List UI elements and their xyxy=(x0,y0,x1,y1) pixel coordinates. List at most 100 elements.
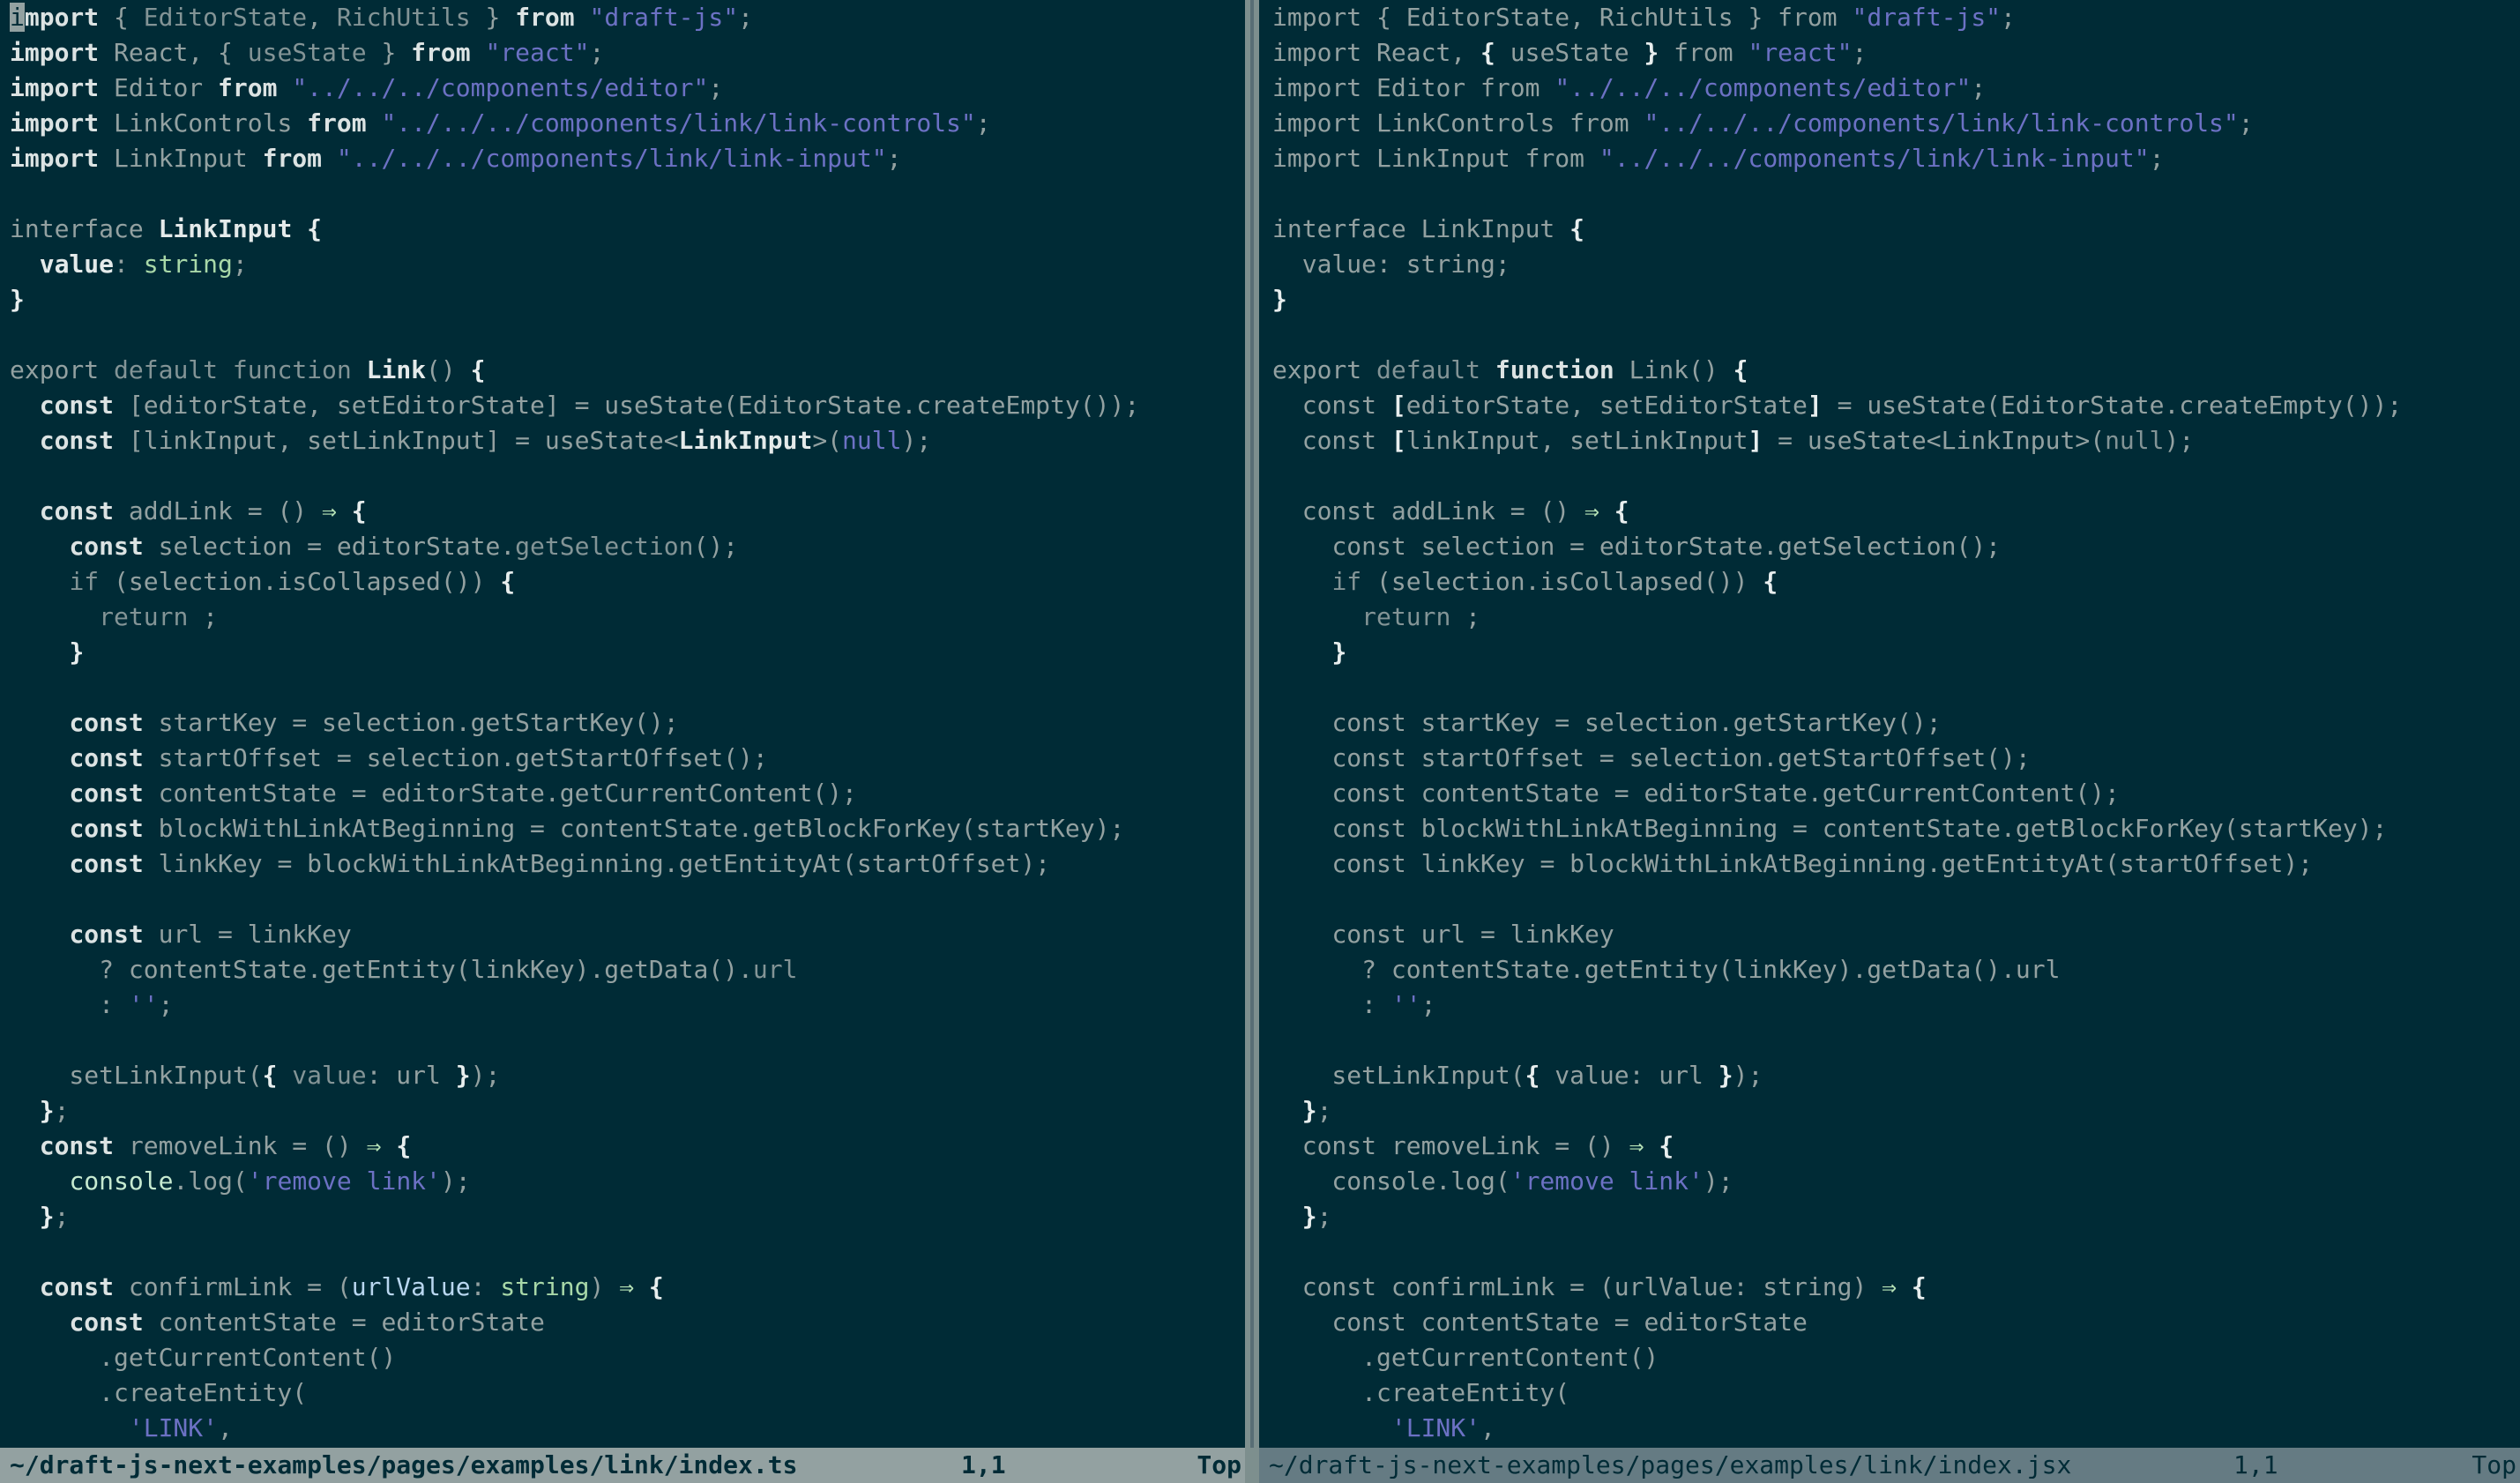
code-line[interactable]: const confirmLink = (urlValue: string) ⇒… xyxy=(10,1270,1139,1305)
code-token: { xyxy=(1763,567,1778,596)
code-line[interactable]: const startKey = selection.getStartKey()… xyxy=(1272,705,2402,741)
code-line[interactable]: import Editor from "../../../components/… xyxy=(1272,71,2402,106)
code-line[interactable]: import LinkInput from "../../../componen… xyxy=(1272,141,2402,176)
code-token: ; xyxy=(1971,73,1987,102)
code-line[interactable]: } xyxy=(1272,635,2402,670)
code-line[interactable]: export default function Link() { xyxy=(10,353,1139,388)
code-line[interactable]: const confirmLink = (urlValue: string) ⇒… xyxy=(1272,1270,2402,1305)
code-line[interactable]: const addLink = () ⇒ { xyxy=(10,494,1139,529)
code-line[interactable]: interface LinkInput { xyxy=(1272,212,2402,247)
file-path: ~/draft-js-next-examples/pages/examples/… xyxy=(1269,1450,2072,1479)
code-line[interactable]: console.log('remove link'); xyxy=(1272,1164,2402,1199)
code-line[interactable]: console.log('remove link'); xyxy=(10,1164,1139,1199)
code-line[interactable] xyxy=(10,176,1139,212)
code-line[interactable]: .createEntity( xyxy=(10,1375,1139,1411)
code-area-right[interactable]: import { EditorState, RichUtils } from "… xyxy=(1272,0,2402,1446)
code-line[interactable]: import React, { useState } from "react"; xyxy=(10,35,1139,71)
code-token: ); xyxy=(2164,426,2195,455)
code-line[interactable]: if (selection.isCollapsed()) { xyxy=(1272,564,2402,600)
code-token: urlValue xyxy=(351,1272,471,1301)
code-line[interactable] xyxy=(1272,670,2402,705)
code-line[interactable]: } xyxy=(1272,282,2402,317)
code-line[interactable]: if (selection.isCollapsed()) { xyxy=(10,564,1139,600)
code-line[interactable]: const contentState = editorState.getCurr… xyxy=(10,776,1139,811)
code-line[interactable] xyxy=(10,670,1139,705)
code-line[interactable]: ? contentState.getEntity(linkKey).getDat… xyxy=(10,952,1139,987)
code-line[interactable]: } xyxy=(10,635,1139,670)
code-line[interactable] xyxy=(1272,176,2402,212)
code-line[interactable]: const removeLink = () ⇒ { xyxy=(1272,1129,2402,1164)
code-line[interactable]: const [linkInput, setLinkInput] = useSta… xyxy=(1272,423,2402,458)
code-line[interactable]: value: string; xyxy=(1272,247,2402,282)
code-line[interactable]: import Editor from "../../../components/… xyxy=(10,71,1139,106)
code-line[interactable]: }; xyxy=(1272,1199,2402,1234)
code-line[interactable] xyxy=(1272,1234,2402,1270)
code-line[interactable]: import LinkControls from "../../../compo… xyxy=(10,106,1139,141)
code-line[interactable]: const selection = editorState.getSelecti… xyxy=(1272,529,2402,564)
code-line[interactable] xyxy=(1272,1023,2402,1058)
editor-pane-right[interactable]: import { EditorState, RichUtils } from "… xyxy=(1263,0,2520,1448)
code-line[interactable]: : ''; xyxy=(10,987,1139,1023)
vertical-split-divider[interactable] xyxy=(1245,0,1259,1483)
code-line[interactable]: }; xyxy=(1272,1093,2402,1129)
code-line[interactable] xyxy=(10,882,1139,917)
code-line[interactable]: return ; xyxy=(1272,600,2402,635)
code-line[interactable]: const [editorState, setEditorState] = us… xyxy=(10,388,1139,423)
code-line[interactable]: const startKey = selection.getStartKey()… xyxy=(10,705,1139,741)
code-line[interactable]: const contentState = editorState xyxy=(1272,1305,2402,1340)
code-line[interactable]: import { EditorState, RichUtils } from "… xyxy=(1272,0,2402,35)
code-token: const xyxy=(1331,849,1406,878)
code-line[interactable] xyxy=(10,1023,1139,1058)
code-line[interactable]: const blockWithLinkAtBeginning = content… xyxy=(1272,811,2402,846)
code-line[interactable]: value: string; xyxy=(10,247,1139,282)
code-line[interactable]: import React, { useState } from "react"; xyxy=(1272,35,2402,71)
code-line[interactable]: import { EditorState, RichUtils } from "… xyxy=(10,0,1139,35)
code-line[interactable] xyxy=(1272,882,2402,917)
code-line[interactable]: .getCurrentContent() xyxy=(1272,1340,2402,1375)
code-line[interactable]: const [linkInput, setLinkInput] = useSta… xyxy=(10,423,1139,458)
code-line[interactable]: const removeLink = () ⇒ { xyxy=(10,1129,1139,1164)
code-line[interactable]: const startOffset = selection.getStartOf… xyxy=(10,741,1139,776)
code-line[interactable]: import LinkControls from "../../../compo… xyxy=(1272,106,2402,141)
code-line[interactable]: const selection = editorState.getSelecti… xyxy=(10,529,1139,564)
code-line[interactable]: const startOffset = selection.getStartOf… xyxy=(1272,741,2402,776)
code-line[interactable]: interface LinkInput { xyxy=(10,212,1139,247)
code-line[interactable]: }; xyxy=(10,1199,1139,1234)
code-token: null xyxy=(842,426,902,455)
code-line[interactable] xyxy=(10,1234,1139,1270)
code-line[interactable]: const linkKey = blockWithLinkAtBeginning… xyxy=(10,846,1139,882)
code-line[interactable]: } xyxy=(10,282,1139,317)
code-line[interactable]: const url = linkKey xyxy=(10,917,1139,952)
code-token: } xyxy=(1644,38,1659,67)
code-line[interactable]: return ; xyxy=(10,600,1139,635)
code-line[interactable] xyxy=(10,317,1139,353)
code-token: const xyxy=(69,708,144,737)
code-line[interactable]: const contentState = editorState xyxy=(10,1305,1139,1340)
code-line[interactable]: .createEntity( xyxy=(1272,1375,2402,1411)
code-line[interactable] xyxy=(1272,317,2402,353)
code-line[interactable]: const [editorState, setEditorState] = us… xyxy=(1272,388,2402,423)
code-line[interactable]: : ''; xyxy=(1272,987,2402,1023)
editor-pane-left[interactable]: import { EditorState, RichUtils } from "… xyxy=(0,0,1243,1448)
code-line[interactable]: setLinkInput({ value: url }); xyxy=(10,1058,1139,1093)
code-area-left[interactable]: import { EditorState, RichUtils } from "… xyxy=(10,0,1139,1446)
code-line[interactable] xyxy=(10,458,1139,494)
code-line[interactable] xyxy=(1272,458,2402,494)
code-line[interactable]: const linkKey = blockWithLinkAtBeginning… xyxy=(1272,846,2402,882)
code-line[interactable]: const blockWithLinkAtBeginning = content… xyxy=(10,811,1139,846)
code-line[interactable]: const addLink = () ⇒ { xyxy=(1272,494,2402,529)
code-token: ; xyxy=(1316,1202,1332,1231)
code-line[interactable]: export default function Link() { xyxy=(1272,353,2402,388)
code-token: from xyxy=(1480,73,1540,102)
code-line[interactable]: 'LINK', xyxy=(10,1411,1139,1446)
code-line[interactable]: setLinkInput({ value: url }); xyxy=(1272,1058,2402,1093)
code-line[interactable]: const contentState = editorState.getCurr… xyxy=(1272,776,2402,811)
code-line[interactable]: .getCurrentContent() xyxy=(10,1340,1139,1375)
code-token: const xyxy=(69,779,144,808)
code-line[interactable]: import LinkInput from "../../../componen… xyxy=(10,141,1139,176)
code-line[interactable]: const url = linkKey xyxy=(1272,917,2402,952)
code-line[interactable]: }; xyxy=(10,1093,1139,1129)
code-line[interactable]: ? contentState.getEntity(linkKey).getDat… xyxy=(1272,952,2402,987)
code-line[interactable]: 'LINK', xyxy=(1272,1411,2402,1446)
